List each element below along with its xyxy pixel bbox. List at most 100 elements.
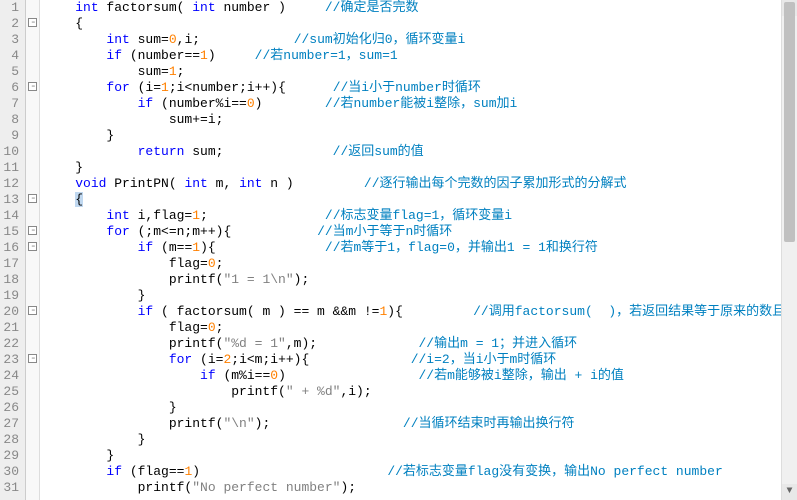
token: int [239, 176, 262, 191]
token: int [106, 32, 129, 47]
line-number: 24 [0, 368, 19, 384]
fold-cell [26, 176, 39, 192]
token: { [75, 192, 83, 207]
code-line[interactable]: sum+=i; [44, 112, 797, 128]
token: factorsum( [99, 0, 193, 15]
token [44, 304, 138, 319]
line-number: 23 [0, 352, 19, 368]
code-line[interactable]: } [44, 160, 797, 176]
token: "\n" [223, 416, 254, 431]
fold-cell[interactable] [26, 224, 39, 240]
token: for [169, 352, 192, 367]
token: } [44, 432, 145, 447]
code-line[interactable]: { [44, 16, 797, 32]
token: } [44, 448, 114, 463]
fold-cell [26, 256, 39, 272]
token: " + %d" [286, 384, 341, 399]
token: ;i<number;i++){ [169, 80, 333, 95]
code-line[interactable]: int sum=0,i; //sum初始化归0，循环变量i [44, 32, 797, 48]
code-line[interactable]: printf(" + %d",i); [44, 384, 797, 400]
token: "1 = 1\n" [223, 272, 293, 287]
token: //sum初始化归0，循环变量i [294, 32, 466, 47]
fold-cell[interactable] [26, 16, 39, 32]
code-line[interactable]: return sum; //返回sum的值 [44, 144, 797, 160]
code-area[interactable]: int factorsum( int number ) //确定是否完数 { i… [40, 0, 797, 500]
line-number: 17 [0, 256, 19, 272]
code-line[interactable]: } [44, 128, 797, 144]
code-line[interactable]: for (;m<=n;m++){ //当m小于等于n时循环 [44, 224, 797, 240]
line-number: 5 [0, 64, 19, 80]
fold-cell[interactable] [26, 192, 39, 208]
token: //若标志变量flag没有变换，输出No perfect number [387, 464, 722, 479]
line-number: 25 [0, 384, 19, 400]
token: void [75, 176, 106, 191]
fold-toggle-icon[interactable] [28, 18, 37, 27]
fold-toggle-icon[interactable] [28, 354, 37, 363]
token: ( factorsum( m ) == m &&m != [153, 304, 379, 319]
code-line[interactable]: printf("%d = 1",m); //输出m = 1；并进入循环 [44, 336, 797, 352]
fold-cell[interactable] [26, 304, 39, 320]
token: for [106, 224, 129, 239]
fold-toggle-icon[interactable] [28, 306, 37, 315]
code-line[interactable]: flag=0; [44, 320, 797, 336]
code-line[interactable]: } [44, 432, 797, 448]
code-editor[interactable]: 1234567891011121314151617181920212223242… [0, 0, 797, 500]
code-line[interactable]: if (number==1) //若number=1，sum=1 [44, 48, 797, 64]
scrollbar-thumb[interactable] [784, 2, 795, 242]
line-number: 13 [0, 192, 19, 208]
fold-toggle-icon[interactable] [28, 82, 37, 91]
fold-cell [26, 320, 39, 336]
vertical-scrollbar[interactable]: ▲ ▼ [781, 0, 797, 500]
line-number: 15 [0, 224, 19, 240]
code-line[interactable]: if (number%i==0) //若number能被i整除，sum加i [44, 96, 797, 112]
token: sum= [44, 64, 169, 79]
fold-cell [26, 480, 39, 496]
fold-cell [26, 160, 39, 176]
fold-cell[interactable] [26, 352, 39, 368]
fold-toggle-icon[interactable] [28, 194, 37, 203]
fold-column[interactable] [26, 0, 40, 500]
token: 1 [200, 48, 208, 63]
token: int [184, 176, 207, 191]
code-line[interactable]: } [44, 288, 797, 304]
token: 0 [208, 256, 216, 271]
token [44, 352, 169, 367]
code-line[interactable]: if ( factorsum( m ) == m &&m !=1){ //调用f… [44, 304, 797, 320]
fold-cell[interactable] [26, 80, 39, 96]
code-line[interactable]: if (flag==1) //若标志变量flag没有变换，输出No perfec… [44, 464, 797, 480]
token: int [106, 208, 129, 223]
code-line[interactable]: printf("1 = 1\n"); [44, 272, 797, 288]
token: { [44, 16, 83, 31]
scroll-down-button[interactable]: ▼ [782, 484, 797, 500]
token: ,m); [286, 336, 419, 351]
code-line[interactable]: } [44, 448, 797, 464]
fold-toggle-icon[interactable] [28, 242, 37, 251]
token [44, 240, 138, 255]
fold-toggle-icon[interactable] [28, 226, 37, 235]
code-line[interactable]: { [44, 192, 797, 208]
code-line[interactable]: if (m%i==0) //若m能够被i整除，输出 + i的值 [44, 368, 797, 384]
code-line[interactable]: flag=0; [44, 256, 797, 272]
fold-cell[interactable] [26, 240, 39, 256]
code-line[interactable]: printf("\n"); //当循环结束时再输出换行符 [44, 416, 797, 432]
token: return [138, 144, 185, 159]
token: printf( [44, 272, 223, 287]
token: ){ [200, 240, 325, 255]
code-line[interactable]: void PrintPN( int m, int n ) //逐行输出每个完数的… [44, 176, 797, 192]
token: //确定是否完数 [325, 0, 419, 15]
fold-cell [26, 32, 39, 48]
code-line[interactable]: } [44, 400, 797, 416]
code-line[interactable]: printf("No perfect number"); [44, 480, 797, 496]
token: ); [294, 272, 310, 287]
token: if [106, 48, 122, 63]
token: ; [216, 320, 224, 335]
code-line[interactable]: sum=1; [44, 64, 797, 80]
line-number: 2 [0, 16, 19, 32]
code-line[interactable]: for (i=1;i<number;i++){ //当i小于number时循环 [44, 80, 797, 96]
code-line[interactable]: if (m==1){ //若m等于1，flag=0，并输出1 = 1和换行符 [44, 240, 797, 256]
code-line[interactable]: for (i=2;i<m;i++){ //i=2，当i小于m时循环 [44, 352, 797, 368]
token: sum= [130, 32, 169, 47]
code-line[interactable]: int i,flag=1; //标志变量flag=1，循环变量i [44, 208, 797, 224]
code-line[interactable]: int factorsum( int number ) //确定是否完数 [44, 0, 797, 16]
token: "No perfect number" [192, 480, 340, 495]
